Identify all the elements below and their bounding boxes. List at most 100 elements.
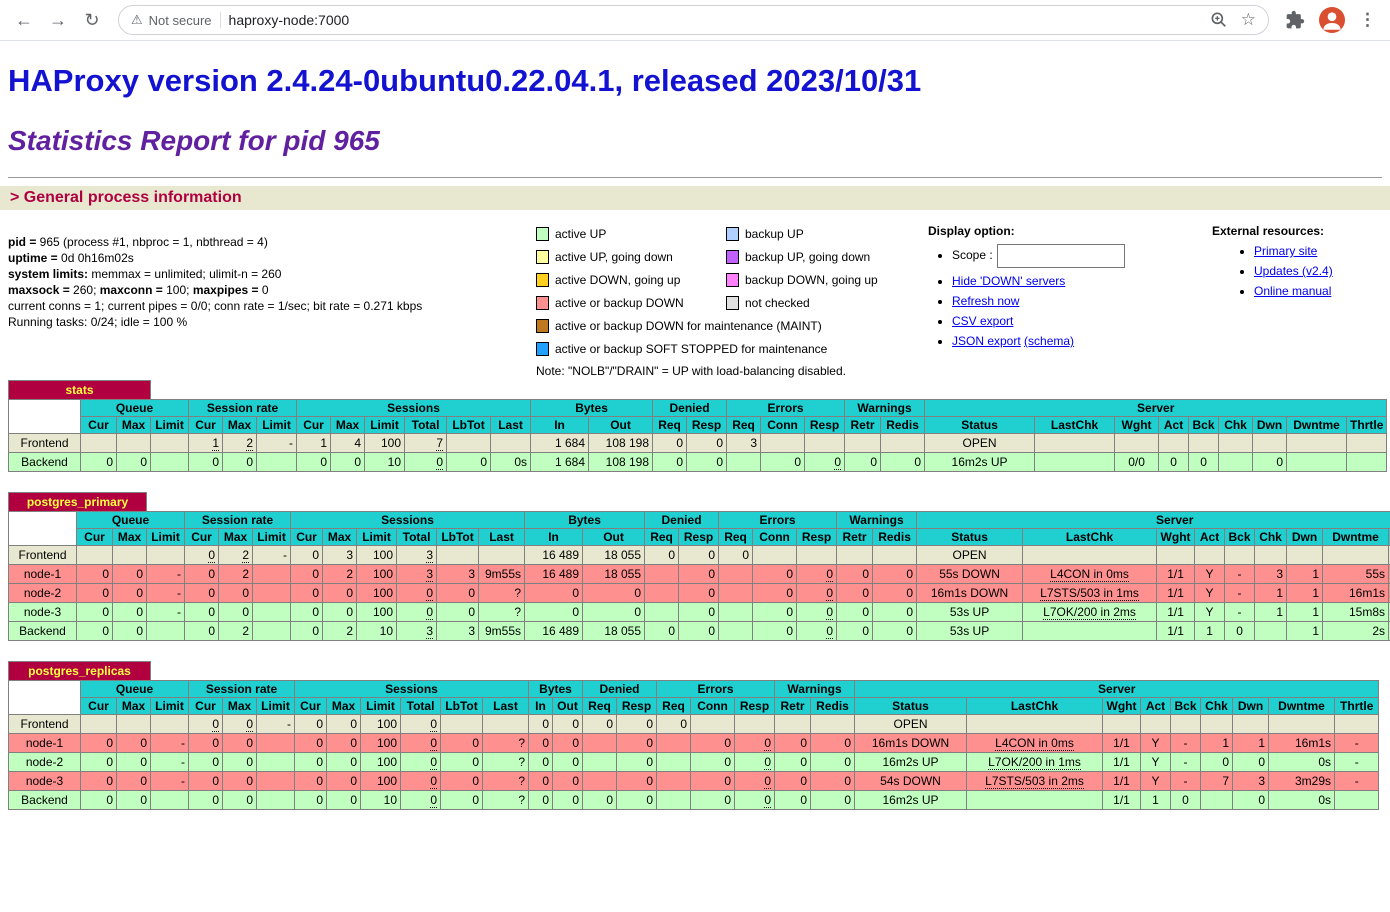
column-header: Resp: [687, 417, 727, 434]
cell-cur: 0: [189, 453, 223, 472]
profile-avatar[interactable]: [1319, 7, 1345, 33]
legend-label: active or backup SOFT STOPPED for mainte…: [555, 342, 827, 356]
display-option-link[interactable]: Refresh now: [952, 294, 1019, 308]
reload-button[interactable]: ↻: [76, 4, 108, 36]
cell-total: 0: [401, 753, 441, 772]
cell-dwn: 1: [1287, 622, 1323, 641]
proxy-name-link[interactable]: postgres_primary: [27, 495, 128, 509]
cell-status: 16m2s UP: [855, 791, 967, 810]
cell-thrtle: -: [1335, 772, 1379, 791]
cell-limit: 100: [357, 603, 397, 622]
cell-last: 0s: [491, 453, 531, 472]
cell-act: [1141, 715, 1171, 734]
cell-lbtot: 0: [441, 772, 483, 791]
cell-lastchk: L7OK/200 in 1ms: [967, 753, 1103, 772]
cell-lbtot: [437, 546, 479, 565]
cell-max: [117, 715, 151, 734]
cell-limit: -: [147, 584, 185, 603]
cell-in: 0: [529, 772, 553, 791]
display-option-link[interactable]: CSV export: [952, 314, 1013, 328]
cell-req: [727, 453, 761, 472]
column-group-header: Sessions: [295, 681, 529, 698]
display-option-link[interactable]: Hide 'DOWN' servers: [952, 274, 1065, 288]
cell-limit: -: [257, 715, 295, 734]
proxy-name-link[interactable]: stats: [66, 383, 94, 397]
cell-dwntme: [1269, 715, 1335, 734]
column-header: Max: [219, 529, 253, 546]
cell-total: 3: [397, 565, 437, 584]
cell-status: 16m2s UP: [855, 753, 967, 772]
column-group-header: Session rate: [185, 512, 291, 529]
cell-total: 0: [397, 603, 437, 622]
back-button[interactable]: ←: [8, 4, 40, 36]
table-row-backend: Backend00020210339m55s16 48918 055000000…: [9, 622, 1390, 641]
column-group-header: Warnings: [775, 681, 855, 698]
cell-limit: [147, 546, 185, 565]
column-header: Total: [405, 417, 447, 434]
scope-label: Scope :: [952, 248, 993, 262]
cell-max: 0: [327, 715, 361, 734]
column-group-header: Denied: [583, 681, 657, 698]
extensions-icon[interactable]: [1285, 10, 1305, 30]
proxy-name-link[interactable]: postgres_replicas: [28, 664, 131, 678]
column-header: Act: [1195, 529, 1225, 546]
cell-max: 0: [327, 734, 361, 753]
cell-dwntme: 3m29s: [1269, 772, 1335, 791]
menu-icon[interactable]: ⋮: [1359, 10, 1376, 30]
legend-swatch-icon: [726, 227, 739, 241]
cell-limit: [151, 453, 189, 472]
external-resource-link[interactable]: Primary site: [1254, 244, 1317, 258]
security-badge[interactable]: ⚠ Not secure: [131, 12, 212, 28]
external-resources: External resources: Primary siteUpdates …: [1212, 220, 1382, 374]
display-option-link[interactable]: JSON export: [952, 334, 1021, 348]
scope-input[interactable]: [997, 244, 1125, 268]
cell-lastchk: L7STS/503 in 2ms: [967, 772, 1103, 791]
cell-limit: [253, 565, 291, 584]
cell-retr: 0: [775, 772, 811, 791]
proxy-tab-spacer: [151, 662, 1379, 681]
cell-max: 0: [117, 453, 151, 472]
cell-dwntme: 16m1s: [1269, 734, 1335, 753]
bookmark-star-icon[interactable]: ☆: [1241, 10, 1256, 30]
zoom-icon[interactable]: [1209, 10, 1229, 30]
cell-max: 0: [113, 584, 147, 603]
cell-retr: 0: [837, 622, 873, 641]
cell-req: [719, 565, 753, 584]
cell-limit: [147, 622, 185, 641]
column-header: Out: [553, 698, 583, 715]
cell-act: Y: [1195, 565, 1225, 584]
cell-max: 0: [331, 453, 365, 472]
legend-label: active DOWN, going up: [555, 273, 680, 287]
cell-chk: [1201, 715, 1233, 734]
cell-cur: 0: [291, 565, 323, 584]
process-info-section: pid = 965 (process #1, nbproc = 1, nbthr…: [8, 220, 1382, 374]
address-bar[interactable]: ⚠ Not secure haproxy-node:7000 ☆: [118, 5, 1269, 35]
cell-req: [657, 753, 691, 772]
cell-resp: 0: [805, 453, 845, 472]
cell-cur: 1: [297, 434, 331, 453]
external-resource-link[interactable]: Updates (v2.4): [1254, 264, 1333, 278]
external-resource-link[interactable]: Online manual: [1254, 284, 1331, 298]
cell-bck: [1225, 546, 1255, 565]
cell-resp: 0: [797, 584, 837, 603]
cell-cur: 0: [295, 791, 327, 810]
legend-item: backup UP, going down: [726, 250, 870, 264]
proxy-tab-spacer: [151, 381, 1387, 400]
process-info-line: pid = 965 (process #1, nbproc = 1, nbthr…: [8, 234, 536, 250]
cell-redis: 0: [873, 565, 917, 584]
column-header: Chk: [1219, 417, 1253, 434]
column-header: Cur: [189, 698, 223, 715]
process-info-line: Running tasks: 0/24; idle = 100 %: [8, 314, 536, 330]
cell-max: 0: [113, 622, 147, 641]
column-header: Max: [223, 698, 257, 715]
forward-button[interactable]: →: [42, 4, 74, 36]
column-header: Dwn: [1233, 698, 1269, 715]
column-header: Status: [855, 698, 967, 715]
cell-act: Y: [1141, 734, 1171, 753]
column-header: Act: [1141, 698, 1171, 715]
cell-status: OPEN: [917, 546, 1023, 565]
cell-cur: 0: [291, 603, 323, 622]
column-header: Limit: [361, 698, 401, 715]
cell-limit: [257, 772, 295, 791]
display-option-link[interactable]: (schema): [1024, 334, 1074, 348]
